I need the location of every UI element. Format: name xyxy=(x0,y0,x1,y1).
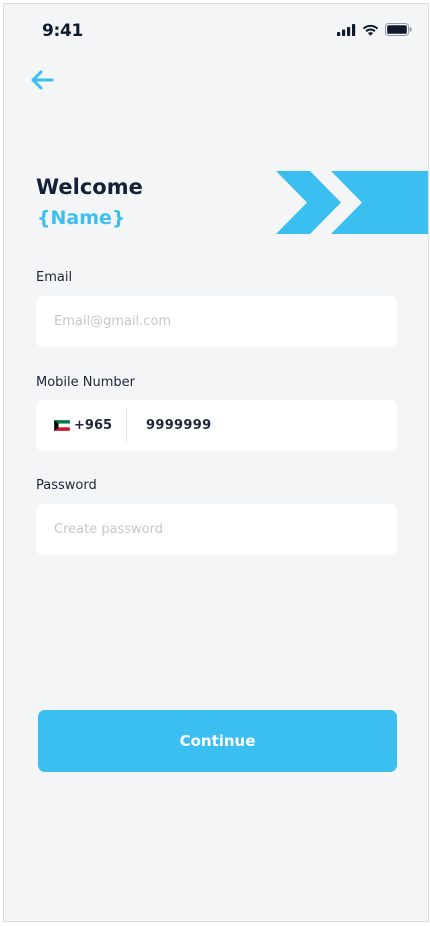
password-label: Password xyxy=(36,478,97,493)
mobile-number-input[interactable]: 9999999 xyxy=(146,418,211,433)
arrow-left-icon xyxy=(31,70,54,90)
status-time: 9:41 xyxy=(42,21,84,41)
status-icons xyxy=(337,23,412,36)
signal-icon xyxy=(337,23,356,36)
battery-icon xyxy=(385,23,412,36)
field-divider xyxy=(126,409,127,442)
brand-chevron-graphic xyxy=(276,171,428,234)
kuwait-flag-icon xyxy=(54,420,70,431)
back-button[interactable] xyxy=(28,66,56,94)
wifi-icon xyxy=(362,24,379,36)
email-field[interactable] xyxy=(36,296,397,347)
mobile-field: +965 9999999 xyxy=(36,400,397,451)
password-field[interactable] xyxy=(36,504,397,555)
country-code-selector[interactable]: +965 xyxy=(36,400,126,451)
mobile-label: Mobile Number xyxy=(36,375,135,390)
country-code: +965 xyxy=(74,418,113,433)
email-label: Email xyxy=(36,270,73,285)
continue-button[interactable]: Continue xyxy=(38,710,397,772)
user-name: {Name} xyxy=(37,207,126,229)
welcome-title: Welcome xyxy=(36,175,143,199)
signup-screen: 9:41 Welcome {Name} Email Email@gmail.co… xyxy=(3,3,429,922)
